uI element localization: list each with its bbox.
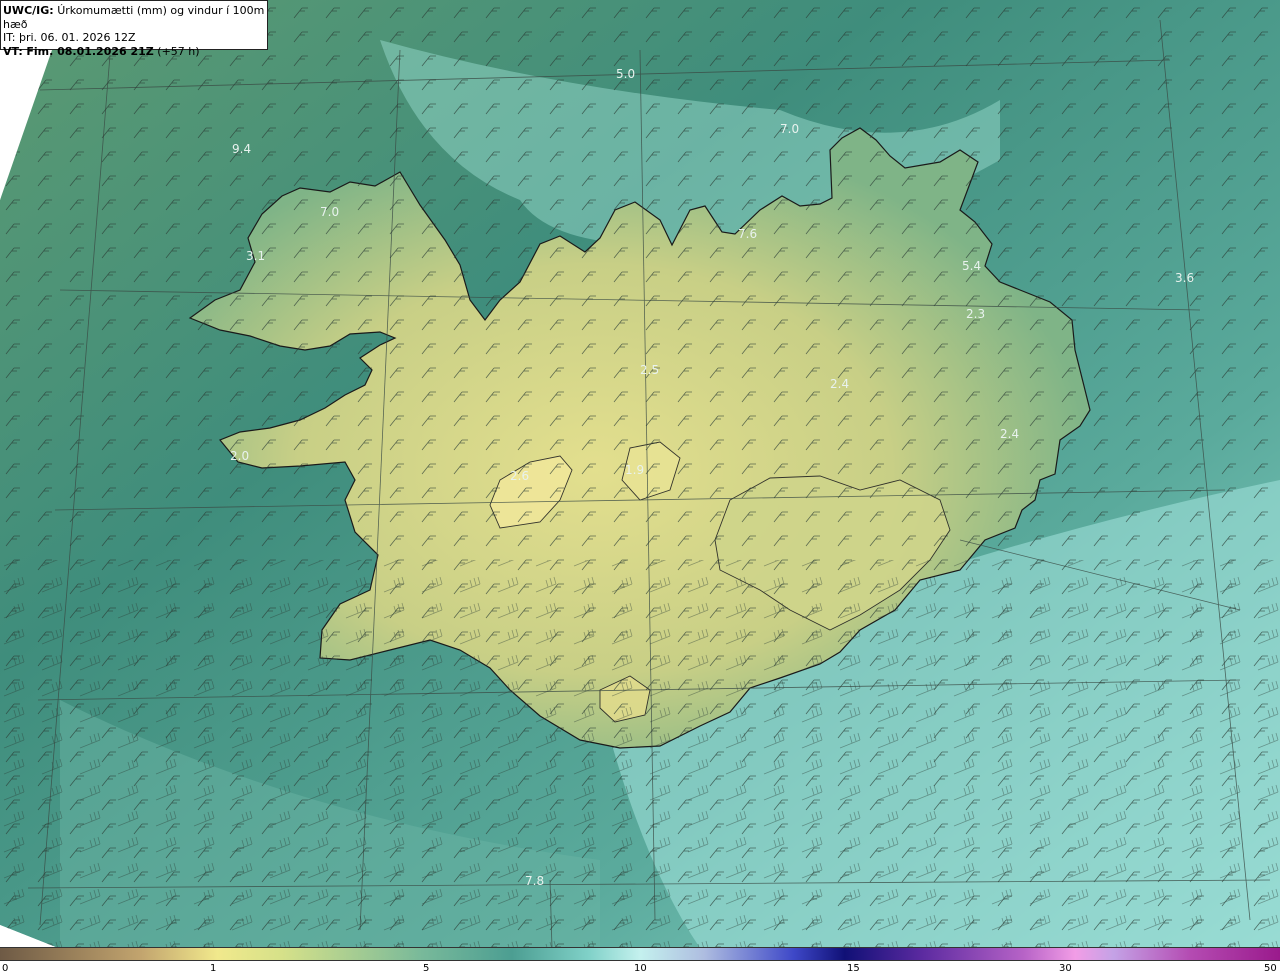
colorbar-tick: 0 [2, 963, 9, 974]
map-view: 5.0 7.0 9.4 7.0 3.1 7.6 5.4 3.6 2.3 2.4 … [0, 0, 1280, 978]
model-name: UWC/IG: [3, 4, 54, 17]
map-label: 9.4 [232, 142, 251, 156]
map-label: 2.6 [510, 469, 529, 483]
map-label: 5.0 [616, 67, 635, 81]
map-label: 7.8 [525, 874, 544, 888]
init-time: IT: þri. 06. 01. 2026 12Z [3, 31, 136, 44]
map-info-box: UWC/IG: Úrkomumætti (mm) og vindur í 100… [0, 0, 268, 58]
valid-time: Fim. 08.01.2026 21Z [26, 44, 154, 58]
map-label: 7.0 [780, 122, 799, 136]
colorbar-tick: 10 [634, 963, 647, 974]
valid-prefix: VT: [3, 44, 23, 58]
lead-time: (+57 h) [157, 44, 200, 58]
map-label: 7.0 [320, 205, 339, 219]
colorbar-tick: 50 [1264, 963, 1277, 974]
map-label: 2.4 [1000, 427, 1019, 441]
map-label: 2.4 [830, 377, 849, 391]
map-label: 7.6 [738, 227, 757, 241]
wind-barbs-strong [0, 560, 1280, 948]
map-label: 5.4 [962, 259, 981, 273]
map-label: 3.1 [246, 249, 265, 263]
colorbar-tick: 15 [847, 963, 860, 974]
colorbar-tick: 5 [423, 963, 430, 974]
precipitation-map: 5.0 7.0 9.4 7.0 3.1 7.6 5.4 3.6 2.3 2.4 … [0, 0, 1280, 948]
map-label: 3.6 [1175, 271, 1194, 285]
map-label: 2.3 [966, 307, 985, 321]
map-label: 2.0 [230, 449, 249, 463]
map-label: 1.9 [625, 463, 644, 477]
colorbar-tick: 1 [210, 963, 217, 974]
colorbar-tick: 30 [1059, 963, 1072, 974]
colorbar [0, 947, 1280, 961]
map-label: 2.5 [640, 363, 659, 377]
